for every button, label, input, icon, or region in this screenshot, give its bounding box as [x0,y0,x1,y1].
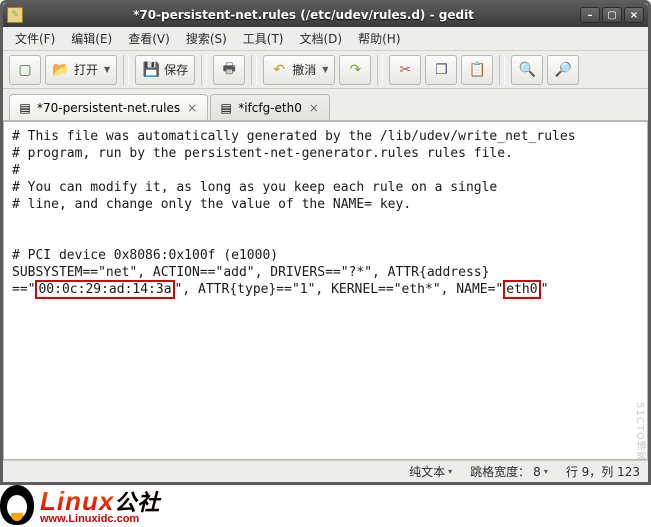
tab-70-persistent-net-rules[interactable]: ▤ *70-persistent-net.rules × [9,94,208,120]
cut-icon: ✂ [396,61,414,79]
line-part: ==" [12,282,35,297]
paste-icon: 📋 [468,61,486,79]
window-title: *70-persistent-net.rules (/etc/udev/rule… [29,8,578,22]
app-icon: ✎ [7,7,23,23]
editor-content[interactable]: # This file was automatically generated … [4,122,647,304]
tab-close-icon[interactable]: × [185,101,199,115]
watermark: 51CTO博客 [632,402,647,463]
copy-icon: ❐ [432,61,450,79]
line-part: " [541,282,549,297]
close-button[interactable]: × [624,7,644,23]
window-titlebar: ✎ *70-persistent-net.rules (/etc/udev/ru… [3,3,648,27]
print-icon: 🖶 [220,61,238,79]
toolbar: ▢ 📂 打开 ▼ 💾 保存 🖶 ↶ 撤消 ▼ ↷ ✂ ❐ 📋 🔍 🔎 [3,51,648,89]
menu-view[interactable]: 查看(V) [120,28,178,49]
highlight-mac-address: 00:0c:29:ad:14:3a [35,280,174,299]
toolbar-separator [123,55,129,85]
document-new-icon: ▢ [16,61,34,79]
tab-close-icon[interactable]: × [307,101,321,115]
toolbar-separator [377,55,383,85]
toolbar-separator [251,55,257,85]
document-tabs: ▤ *70-persistent-net.rules × ▤ *ifcfg-et… [3,89,648,121]
line: # line, and change only the value of the… [12,197,411,212]
cut-button[interactable]: ✂ [389,55,421,85]
menu-edit[interactable]: 编辑(E) [63,28,120,49]
save-icon: 💾 [142,61,160,79]
maximize-button[interactable]: ▢ [602,7,622,23]
find-icon: 🔍 [518,61,536,79]
highlight-interface-name: eth0 [503,280,540,299]
text-editor[interactable]: # This file was automatically generated … [3,121,648,460]
line-part: ", ATTR{type}=="1", KERNEL=="eth*", NAME… [175,282,504,297]
status-language[interactable]: 纯文本▾ [409,463,452,480]
redo-icon: ↷ [346,61,364,79]
undo-label: 撤消 [292,61,316,78]
tab-ifcfg-eth0[interactable]: ▤ *ifcfg-eth0 × [210,94,330,120]
print-button[interactable]: 🖶 [213,55,245,85]
replace-icon: 🔎 [554,61,572,79]
minimize-button[interactable]: – [580,7,600,23]
tab-label: *70-persistent-net.rules [37,101,180,115]
chevron-down-icon: ▾ [448,467,452,476]
replace-button[interactable]: 🔎 [547,55,579,85]
tab-label: *ifcfg-eth0 [238,101,302,115]
status-tabwidth[interactable]: 跳格宽度：8▾ [470,463,548,480]
status-bar: 纯文本▾ 跳格宽度：8▾ 行 9，列 123 [3,460,648,482]
line: # program, run by the persistent-net-gen… [12,146,513,161]
document-icon: ▤ [219,101,233,115]
line: # [12,163,20,178]
menu-documents[interactable]: 文档(D) [292,28,351,49]
save-button[interactable]: 💾 保存 [135,55,195,85]
find-button[interactable]: 🔍 [511,55,543,85]
logo-en: Linux [40,486,114,516]
toolbar-separator [201,55,207,85]
open-label: 打开 [74,61,98,78]
tux-penguin-icon [0,485,34,525]
logo-zh: 公社 [114,490,160,515]
new-button[interactable]: ▢ [9,55,41,85]
menu-search[interactable]: 搜索(S) [178,28,235,49]
line: # PCI device 0x8086:0x100f (e1000) [12,248,278,263]
line: # You can modify it, as long as you keep… [12,180,497,195]
copy-button[interactable]: ❐ [425,55,457,85]
status-cursor-position: 行 9，列 123 [566,463,640,480]
menu-bar: 文件(F) 编辑(E) 查看(V) 搜索(S) 工具(T) 文档(D) 帮助(H… [3,27,648,51]
redo-button[interactable]: ↷ [339,55,371,85]
document-icon: ▤ [18,101,32,115]
menu-file[interactable]: 文件(F) [7,28,63,49]
dropdown-icon: ▼ [104,65,110,74]
site-logo: Linux公社 www.Linuxidc.com [0,482,160,527]
folder-open-icon: 📂 [52,61,70,79]
menu-tools[interactable]: 工具(T) [235,28,292,49]
paste-button[interactable]: 📋 [461,55,493,85]
dropdown-icon: ▼ [322,65,328,74]
line: SUBSYSTEM=="net", ACTION=="add", DRIVERS… [12,265,489,280]
chevron-down-icon: ▾ [544,467,548,476]
toolbar-separator [499,55,505,85]
undo-icon: ↶ [270,61,288,79]
open-button[interactable]: 📂 打开 ▼ [45,55,117,85]
line: # This file was automatically generated … [12,129,576,144]
save-label: 保存 [164,61,188,78]
menu-help[interactable]: 帮助(H) [350,28,408,49]
undo-button[interactable]: ↶ 撤消 ▼ [263,55,335,85]
